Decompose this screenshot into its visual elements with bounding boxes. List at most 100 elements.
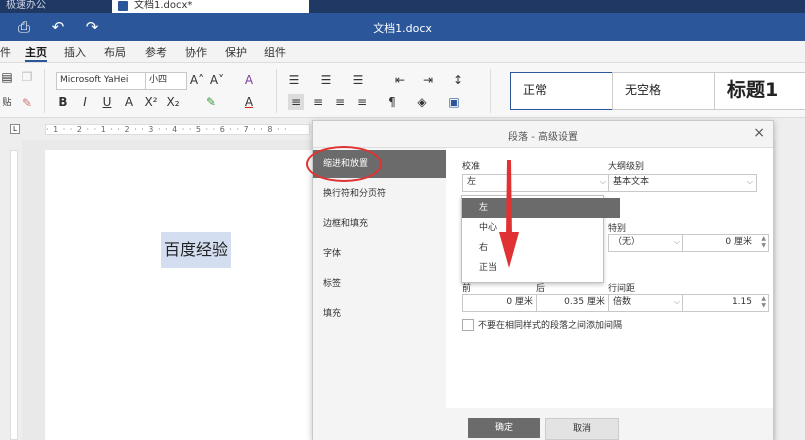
- font-size-value: 小四: [149, 75, 168, 85]
- decrease-font-icon[interactable]: A˅: [208, 72, 226, 88]
- line-spacing-value-input[interactable]: 1.15 ▲ ▼: [682, 294, 769, 312]
- highlight-icon[interactable]: ✎: [202, 94, 220, 110]
- alignment-dropdown-list: 左 中心 右 正当: [461, 195, 620, 283]
- font-color-icon[interactable]: A: [240, 94, 258, 110]
- menu-references[interactable]: 参考: [145, 44, 167, 60]
- shading-icon[interactable]: ◈: [414, 94, 430, 110]
- menu-file[interactable]: 件: [0, 44, 11, 60]
- style-heading-1[interactable]: 标题1: [714, 72, 805, 110]
- style-no-spacing[interactable]: 无空格: [612, 72, 716, 110]
- font-size-select[interactable]: 小四: [145, 72, 187, 90]
- browser-tab-strip: 极速办公 文档1.docx* +: [0, 0, 805, 13]
- ok-button[interactable]: 确定: [468, 418, 540, 438]
- outline-level-select[interactable]: 基本文本 ⌵: [608, 174, 757, 192]
- vertical-ruler[interactable]: [10, 150, 18, 440]
- numbering-icon[interactable]: ☰: [318, 72, 334, 88]
- increase-indent-icon[interactable]: ⇥: [420, 72, 436, 88]
- underline-icon[interactable]: U: [100, 94, 114, 110]
- chevron-down-icon: ⌵: [599, 177, 606, 186]
- spinner-icon[interactable]: ▲▼: [761, 235, 766, 249]
- alignment-option-right[interactable]: 右: [462, 238, 620, 258]
- special-indent-amount[interactable]: 0 厘米 ▲ ▼: [682, 234, 769, 252]
- nav-borders-fill[interactable]: 边框和填充: [313, 210, 455, 238]
- active-menu-indicator: [25, 60, 47, 62]
- outline-level-value: 基本文本: [613, 177, 650, 187]
- increase-font-icon[interactable]: A˄: [188, 72, 206, 88]
- alignment-select[interactable]: 左 ⌵: [462, 174, 610, 192]
- bold-icon[interactable]: B: [56, 94, 70, 110]
- copy-icon[interactable]: ❐: [20, 69, 34, 85]
- spinner-icon[interactable]: ▲▼: [761, 295, 766, 309]
- new-tab-button[interactable]: +: [300, 0, 314, 13]
- strikethrough-icon[interactable]: A: [122, 94, 136, 110]
- align-center-icon[interactable]: ≡: [310, 94, 326, 110]
- multilevel-list-icon[interactable]: ☰: [350, 72, 366, 88]
- italic-icon[interactable]: I: [78, 94, 92, 110]
- paragraph-marks-icon[interactable]: ¶: [384, 94, 400, 110]
- menu-protect[interactable]: 保护: [225, 44, 247, 60]
- chevron-down-icon: ⌵: [673, 237, 680, 246]
- line-spacing-icon[interactable]: ↕: [450, 72, 466, 88]
- nav-line-page-breaks[interactable]: 换行符和分页符: [313, 180, 455, 208]
- tab-active-label: 文档1.docx*: [134, 0, 193, 11]
- nav-padding[interactable]: 填充: [313, 300, 455, 328]
- ribbon-separator: [490, 69, 491, 113]
- spacing-after-value: 0.35 厘米: [564, 297, 605, 307]
- clear-format-icon[interactable]: A: [240, 72, 258, 88]
- right-panel-background: [776, 118, 805, 440]
- align-right-icon[interactable]: ≡: [332, 94, 348, 110]
- format-painter-icon[interactable]: ✎: [20, 95, 34, 111]
- annotation-arrow: [499, 160, 519, 268]
- subscript-icon[interactable]: X₂: [165, 94, 181, 110]
- menu-home[interactable]: 主页: [25, 44, 47, 60]
- spacing-before-value: 0 厘米: [506, 297, 533, 307]
- line-spacing-type-select[interactable]: 倍数 ⌵: [608, 294, 684, 312]
- menu-bar: 件 主页 插入 布局 参考 协作 保护 组件: [0, 41, 805, 63]
- font-name-select[interactable]: Microsoft YaHei: [56, 72, 147, 90]
- style-normal[interactable]: 正常: [510, 72, 614, 110]
- ribbon-separator: [276, 69, 277, 113]
- menu-plugins[interactable]: 组件: [264, 44, 286, 60]
- paste-label[interactable]: 贴: [0, 95, 14, 111]
- font-name-value: Microsoft YaHei: [60, 75, 129, 85]
- nav-tabs[interactable]: 标签: [313, 270, 455, 298]
- tab-stop-icon[interactable]: L: [10, 124, 20, 134]
- alignment-option-left[interactable]: 左: [462, 198, 620, 218]
- menu-collaborate[interactable]: 协作: [185, 44, 207, 60]
- bullets-icon[interactable]: ☰: [286, 72, 302, 88]
- no-space-same-style-checkbox[interactable]: [462, 319, 474, 331]
- outline-level-label: 大纲级别: [608, 162, 645, 172]
- line-spacing-value: 1.15: [731, 297, 752, 307]
- line-spacing-label: 行间距: [608, 284, 636, 294]
- alignment-option-justify[interactable]: 正当: [462, 258, 620, 278]
- line-spacing-type-value: 倍数: [613, 297, 632, 307]
- tab-previous[interactable]: 极速办公: [0, 0, 106, 13]
- dialog-nav: 缩进和放置 换行符和分页符 边框和填充 字体 标签 填充: [313, 148, 455, 408]
- cancel-button[interactable]: 取消: [545, 418, 619, 440]
- justify-icon[interactable]: ≡: [354, 94, 370, 110]
- horizontal-ruler[interactable]: · 1 · · 2 · · 1 · · 2 · · 3 · · 4 · · 5 …: [45, 124, 310, 135]
- chevron-down-icon: ⌵: [746, 177, 753, 186]
- decrease-indent-icon[interactable]: ⇤: [392, 72, 408, 88]
- menu-insert[interactable]: 插入: [64, 44, 86, 60]
- annotation-circle: [306, 146, 382, 182]
- document-title: 文档1.docx: [373, 22, 432, 35]
- selected-document-text[interactable]: 百度经验: [161, 232, 232, 268]
- ribbon-separator: [44, 69, 45, 113]
- alignment-label: 校准: [462, 162, 481, 172]
- alignment-value: 左: [467, 177, 477, 187]
- align-left-icon[interactable]: ≡: [288, 94, 304, 110]
- borders-icon[interactable]: ▣: [446, 94, 462, 110]
- special-indent-amount-value: 0 厘米: [725, 237, 752, 247]
- superscript-icon[interactable]: X²: [143, 94, 159, 110]
- nav-font[interactable]: 字体: [313, 240, 455, 268]
- dialog-header: 段落 - 高级设置 ×: [313, 121, 773, 148]
- document-page[interactable]: 百度经验: [45, 150, 312, 440]
- paste-icon[interactable]: ▤: [0, 69, 14, 85]
- close-icon[interactable]: ×: [753, 125, 765, 141]
- menu-layout[interactable]: 布局: [104, 44, 126, 60]
- no-space-same-style-label: 不要在相同样式的段落之间添加间隔: [478, 321, 623, 331]
- tab-active-document[interactable]: 文档1.docx*: [112, 0, 309, 13]
- dialog-title: 段落 - 高级设置: [508, 132, 578, 143]
- alignment-option-center[interactable]: 中心: [462, 218, 620, 238]
